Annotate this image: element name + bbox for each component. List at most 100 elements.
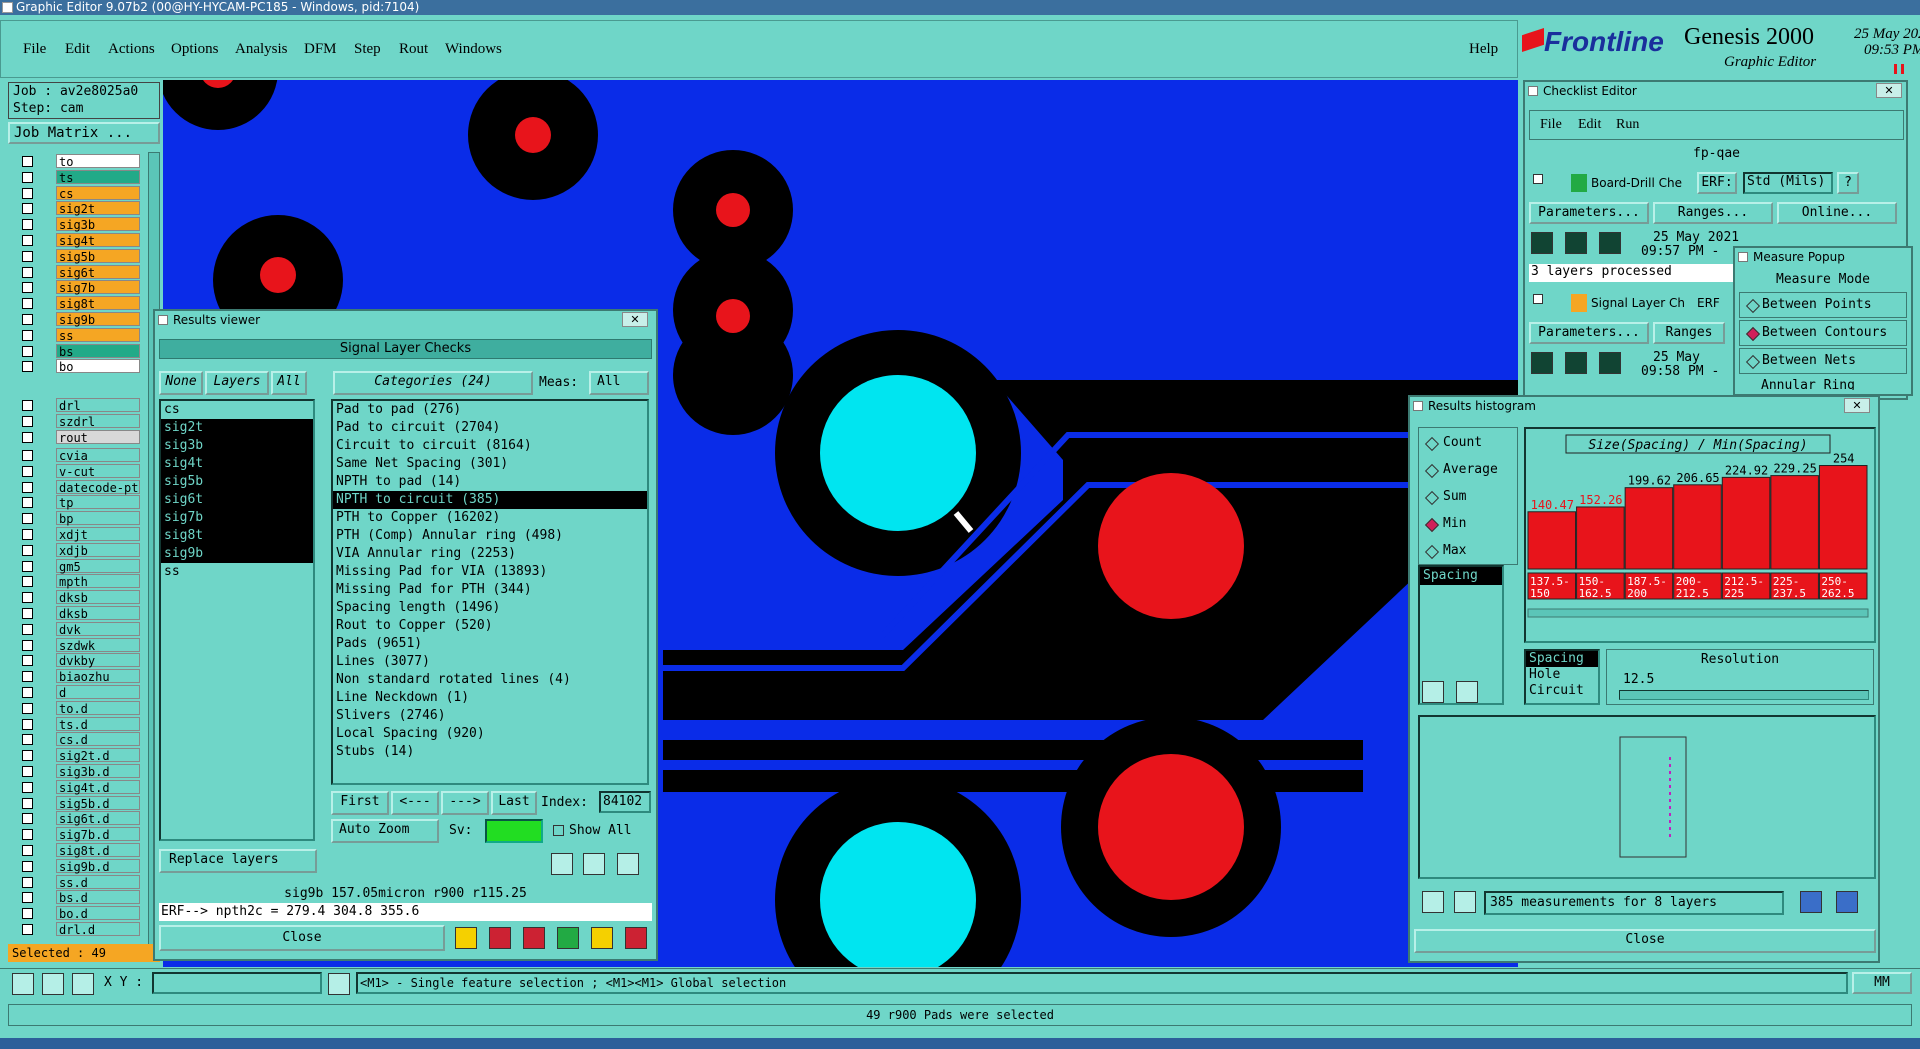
layer-name[interactable]: dvk	[56, 621, 140, 637]
layer-checkbox[interactable]	[22, 415, 33, 427]
histogram-bar[interactable]	[1624, 487, 1674, 570]
layer-name[interactable]: drl	[56, 398, 140, 413]
layer-checkbox[interactable]	[22, 314, 33, 325]
stat-option[interactable]: Count	[1419, 432, 1517, 456]
layer-checkbox[interactable]	[22, 892, 33, 904]
category-list-item[interactable]: Missing Pad for PTH (344)	[333, 581, 647, 599]
layer-checkbox[interactable]	[22, 156, 33, 167]
histogram-bar[interactable]	[1576, 506, 1625, 570]
category-list-item[interactable]: PTH to Copper (16202)	[333, 509, 647, 527]
layer-row[interactable]: sig7b.d	[22, 827, 140, 842]
layer-name[interactable]: rout	[56, 429, 140, 445]
histogram-bar[interactable]	[1721, 476, 1771, 570]
layer-name[interactable]: drl.d	[56, 922, 140, 937]
opt-between-points[interactable]: Between Points	[1739, 292, 1907, 318]
menu-analysis[interactable]: Analysis	[235, 41, 288, 58]
layer-row[interactable]: szdrl	[22, 413, 140, 429]
stat-option[interactable]: Sum	[1419, 486, 1517, 510]
menu-rout[interactable]: Rout	[399, 41, 428, 58]
layer-name[interactable]: to.d	[56, 700, 140, 716]
layer-checkbox[interactable]	[22, 282, 33, 294]
layer-name[interactable]: sig2t.d	[56, 748, 140, 763]
stat-option[interactable]: Min	[1419, 513, 1517, 537]
category-list-item[interactable]: Pad to circuit (2704)	[333, 419, 647, 437]
stat-option[interactable]: Average	[1419, 459, 1517, 483]
layer-row[interactable]: dksb	[22, 590, 140, 605]
layer-list-item[interactable]: ss	[161, 563, 313, 581]
layer-row[interactable]: sig4t.d	[22, 779, 140, 795]
layer-row[interactable]: ts	[22, 169, 140, 185]
layer-name[interactable]: ss	[56, 327, 140, 343]
layer-checkbox[interactable]	[22, 576, 33, 588]
layer-row[interactable]: sig2t.d	[22, 748, 140, 763]
close-button[interactable]: Close	[159, 925, 445, 951]
layer-row[interactable]: sig7b	[22, 280, 140, 295]
category-list-item[interactable]: Local Spacing (920)	[333, 725, 647, 743]
layer-row[interactable]: dvk	[22, 621, 140, 637]
category-list-item[interactable]: Non standard rotated lines (4)	[333, 671, 647, 689]
layer-name[interactable]: sig3b.d	[56, 764, 140, 779]
meas-select[interactable]: All	[589, 371, 649, 395]
layer-row[interactable]: dvkby	[22, 653, 140, 668]
category-list-item[interactable]: Slivers (2746)	[333, 707, 647, 725]
next-button[interactable]: --->	[441, 791, 489, 815]
layer-name[interactable]: sig8t.d	[56, 843, 140, 858]
layer-row[interactable]: xdjt	[22, 527, 140, 542]
del-icon[interactable]	[1422, 681, 1444, 703]
layer-row[interactable]: dksb	[22, 606, 140, 621]
layer-checkbox[interactable]	[22, 481, 33, 493]
category-list-item[interactable]: Same Net Spacing (301)	[333, 455, 647, 473]
close-icon[interactable]: ✕	[1844, 398, 1870, 413]
histogram-bar[interactable]	[1527, 511, 1577, 570]
layer-list-item[interactable]: sig4t	[161, 455, 313, 473]
online-button[interactable]: Online...	[1777, 202, 1897, 224]
help-button[interactable]: ?	[1837, 172, 1859, 194]
layer-name[interactable]: cvia	[56, 448, 140, 463]
layer-name[interactable]: ts	[56, 169, 140, 185]
layer-checkbox[interactable]	[22, 655, 33, 667]
layer-row[interactable]: sig5b.d	[22, 795, 140, 811]
layer-name[interactable]: d	[56, 685, 140, 700]
layer-row[interactable]: ts.d	[22, 716, 140, 732]
categories-button[interactable]: Categories (24)	[333, 371, 533, 395]
run-icon[interactable]	[1599, 352, 1621, 374]
layer-row[interactable]: sig9b.d	[22, 858, 140, 874]
layer-name[interactable]: ts.d	[56, 716, 140, 732]
layer-list-item[interactable]: sig6t	[161, 491, 313, 509]
ref-icon[interactable]	[583, 853, 605, 875]
layer-name[interactable]: ss.d	[56, 874, 140, 890]
layer-row[interactable]: bs.d	[22, 890, 140, 905]
layer-row[interactable]: v-cut	[22, 463, 140, 479]
layer-row[interactable]: sig5b	[22, 248, 140, 264]
layer-checkbox[interactable]	[22, 718, 33, 730]
layer-name[interactable]: to	[56, 154, 140, 169]
layer-checkbox[interactable]	[22, 592, 33, 604]
parameters-button-2[interactable]: Parameters...	[1529, 322, 1649, 344]
layer-row[interactable]: biaozhu	[22, 669, 140, 684]
checklist-menu-edit[interactable]: Edit	[1578, 117, 1601, 133]
layer-checkbox[interactable]	[22, 431, 33, 443]
layer-checkbox[interactable]	[22, 829, 33, 841]
layer-name[interactable]: mpth	[56, 574, 140, 589]
layer-name[interactable]: sig5b.d	[56, 795, 140, 811]
menu-file[interactable]: File	[23, 41, 46, 58]
category-list-item[interactable]: Stubs (14)	[333, 743, 647, 761]
layer-name[interactable]: cs	[56, 185, 140, 201]
menu-help[interactable]: Help	[1469, 41, 1498, 58]
layer-name[interactable]: sig8t	[56, 296, 140, 311]
layer-row[interactable]: sig2t	[22, 201, 140, 216]
job-matrix-button[interactable]: Job Matrix ...	[8, 122, 160, 144]
layer-name[interactable]: cs.d	[56, 732, 140, 747]
layer-row[interactable]: drl	[22, 398, 140, 413]
layer-checkbox[interactable]	[22, 544, 33, 556]
replace-layers-select[interactable]: Replace layers	[159, 849, 317, 873]
layer-row[interactable]: bo	[22, 359, 140, 374]
layer-checkbox[interactable]	[22, 345, 33, 357]
layer-checkbox[interactable]	[22, 187, 33, 199]
layer-checkbox[interactable]	[22, 813, 33, 825]
layer-row[interactable]: sig3b	[22, 217, 140, 232]
layer-row[interactable]: sig6t	[22, 264, 140, 280]
layer-row[interactable]: tp	[22, 495, 140, 510]
layer-row[interactable]: ss	[22, 327, 140, 343]
all-button[interactable]: All	[271, 371, 307, 395]
